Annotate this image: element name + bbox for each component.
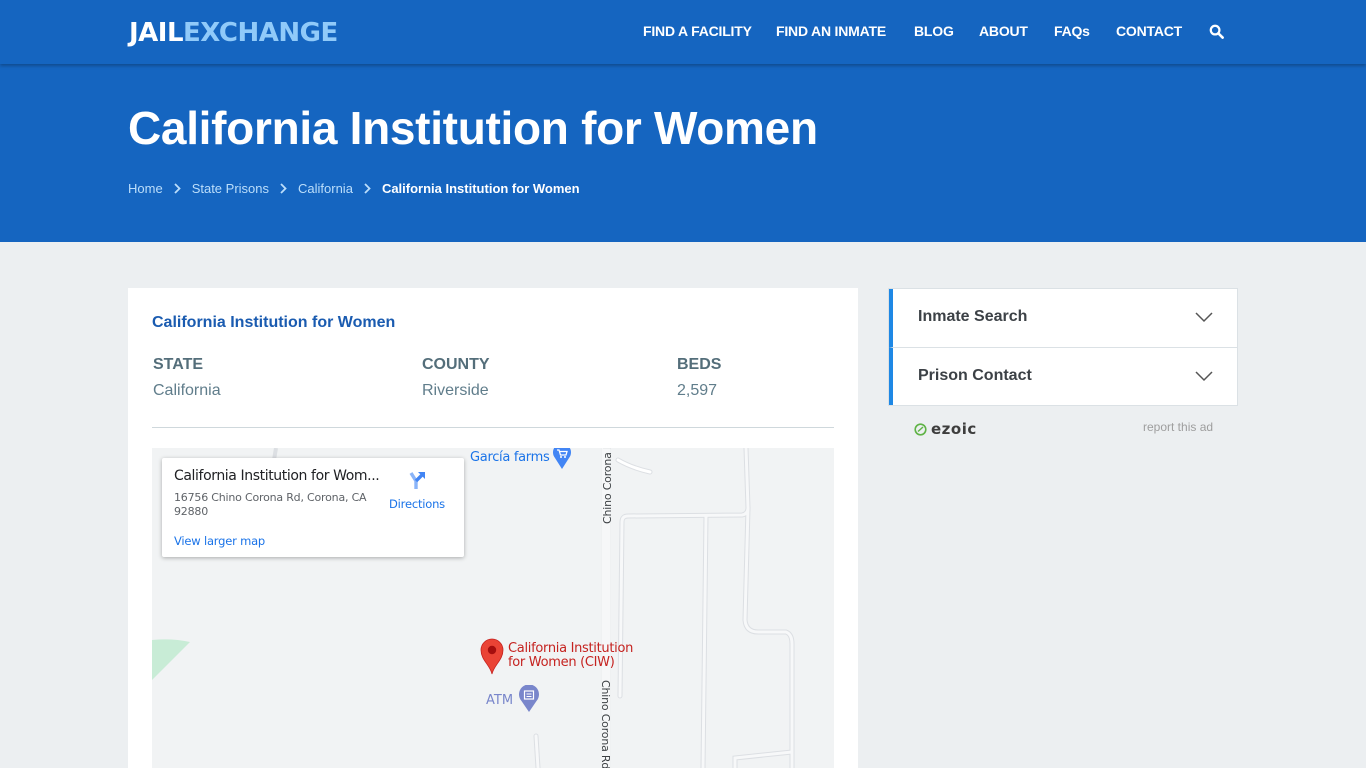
facility-card: California Institution for Women STATE C… <box>128 288 858 768</box>
stat-beds: BEDS 2,597 <box>677 356 721 400</box>
map-place-address: 16756 Chino Corona Rd, Corona, CA 92880 <box>174 491 367 518</box>
logo-text-exchange: EXCHANGE <box>183 18 338 48</box>
accordion-label: Prison Contact <box>918 367 1032 384</box>
stat-value: Riverside <box>422 382 489 399</box>
embedded-map[interactable]: Chino Corona I Chino Corona Rd García fa… <box>152 448 834 768</box>
atm-pin-icon[interactable] <box>518 685 540 713</box>
page-title: California Institution for Women <box>128 102 818 154</box>
nav-blog[interactable]: BLOG <box>914 23 954 39</box>
poi-atm[interactable]: ATM <box>486 693 513 708</box>
facility-name: California Institution for Women <box>152 314 396 331</box>
accordion-label: Inmate Search <box>918 308 1028 325</box>
poi-ciw-line2: for Women (CIW) <box>508 655 615 670</box>
shopping-cart-pin-icon[interactable] <box>552 448 572 470</box>
poi-garcia-farms[interactable]: García farms <box>470 450 550 465</box>
accordion-prison-contact[interactable]: Prison Contact <box>889 347 1237 405</box>
nav-find-a-facility[interactable]: FIND A FACILITY <box>643 23 752 39</box>
report-ad-link[interactable]: report this ad <box>1143 420 1213 434</box>
view-larger-map-link[interactable]: View larger map <box>174 534 265 548</box>
directions-label: Directions <box>389 497 445 511</box>
search-icon[interactable] <box>1209 24 1224 39</box>
breadcrumb-california[interactable]: California <box>298 181 353 196</box>
nav-find-an-inmate[interactable]: FIND AN INMATE <box>776 23 886 39</box>
chevron-down-icon <box>1195 312 1213 323</box>
accordion-inmate-search[interactable]: Inmate Search <box>889 289 1237 347</box>
breadcrumb-current: California Institution for Women <box>381 181 580 196</box>
stat-value: 2,597 <box>677 382 718 399</box>
nav-faqs[interactable]: FAQs <box>1054 23 1090 39</box>
poi-ciw-line1: California Institution <box>508 641 634 656</box>
stat-label: STATE <box>153 356 204 373</box>
divider <box>152 427 834 428</box>
chevron-right-icon <box>364 183 371 194</box>
logo-text-jail: JAIL <box>129 18 184 48</box>
ezoic-brand: ezoic <box>931 420 977 438</box>
road-label-bottom: Chino Corona Rd <box>599 680 612 768</box>
chevron-right-icon <box>280 183 287 194</box>
road-label-top: Chino Corona I <box>601 448 614 524</box>
poi-ciw-label[interactable]: California Institution for Women (CIW) <box>508 642 633 670</box>
stat-county: COUNTY Riverside <box>422 356 490 400</box>
ezoic-logo-icon <box>914 422 927 436</box>
stat-state: STATE California <box>153 356 221 400</box>
ezoic-badge[interactable]: ezoic <box>914 420 977 438</box>
sidebar-accordion: Inmate Search Prison Contact <box>888 288 1238 406</box>
nav-contact[interactable]: CONTACT <box>1116 23 1182 39</box>
location-pin-icon[interactable] <box>479 637 505 675</box>
directions-icon <box>409 472 425 489</box>
stat-label: COUNTY <box>422 356 490 373</box>
chevron-down-icon <box>1195 371 1213 382</box>
stat-label: BEDS <box>677 356 722 373</box>
site-logo[interactable]: JAILEXCHANGE <box>129 17 338 49</box>
map-info-card: California Institution for Wom... 16756 … <box>162 458 464 557</box>
map-place-title: California Institution for Wom... <box>174 468 380 484</box>
breadcrumb-state-prisons[interactable]: State Prisons <box>192 181 269 196</box>
breadcrumb: Home State Prisons California California… <box>128 181 580 196</box>
park-area <box>152 639 190 680</box>
stat-value: California <box>153 382 221 399</box>
nav-about[interactable]: ABOUT <box>979 23 1028 39</box>
top-navbar: JAILEXCHANGE FIND A FACILITY FIND AN INM… <box>0 0 1366 64</box>
directions-button[interactable]: Directions <box>384 470 450 511</box>
chevron-right-icon <box>174 183 181 194</box>
breadcrumb-home[interactable]: Home <box>128 181 163 196</box>
